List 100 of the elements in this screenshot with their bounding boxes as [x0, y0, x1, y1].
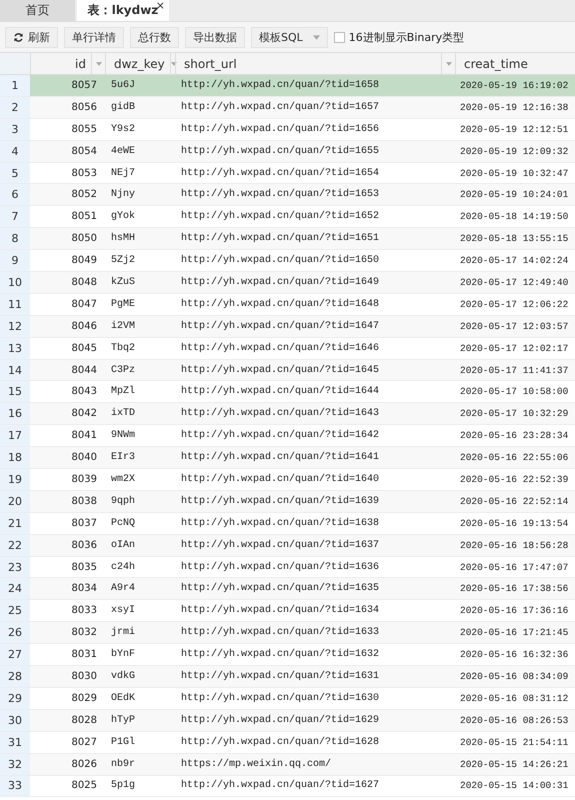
table-row[interactable]: 28 8030 vdkG http://yh.wxpad.cn/quan/?tid=1631 2020-05-16 08:34:09 — [0, 666, 575, 688]
table-row[interactable]: 17 8041 9NWm http://yh.wxpad.cn/quan/?tid=1642 2020-05-16 23:28:34 — [0, 425, 575, 448]
column-header[interactable]: dwz_key — [106, 56, 170, 70]
table-cell-text: 8045 — [70, 342, 98, 354]
table-row[interactable]: 33 8025 5p1g http://yh.wxpad.cn/quan/?tid=1627 2020-05-15 14:00:31 — [0, 776, 575, 798]
table-row[interactable]: 7 8051 gYok http://yh.wxpad.cn/quan/?tid=1652 2020-05-18 14:19:50 — [0, 206, 575, 228]
filter-dropdown[interactable] — [441, 53, 455, 74]
table-row[interactable]: 14 8044 C3Pz http://yh.wxpad.cn/quan/?tid=1645 2020-05-17 11:41:37 — [0, 360, 575, 382]
binary-hex-checkbox[interactable]: 16进制显示Binary类型 — [334, 30, 464, 44]
table-row[interactable]: 15 8043 MpZl http://yh.wxpad.cn/quan/?tid=1644 2020-05-17 10:58:00 — [0, 381, 575, 404]
table-cell-text: 5Zj2 — [110, 255, 136, 266]
table-cell-text: http://yh.wxpad.cn/quan/?tid=1657 — [180, 102, 380, 113]
table-row[interactable]: 27 8031 bYnF http://yh.wxpad.cn/quan/?tid=1632 2020-05-16 16:32:36 — [0, 644, 575, 666]
table-row[interactable]: 21 8037 PcNQ http://yh.wxpad.cn/quan/?tid=1638 2020-05-16 19:13:54 — [0, 512, 575, 535]
table-cell-text: wm2X — [110, 474, 136, 485]
row-number: 1 — [0, 75, 30, 96]
table-cell-text: 8033 — [70, 605, 98, 616]
table-row[interactable]: 11 8047 PgME http://yh.wxpad.cn/quan/?tid=1648 2020-05-17 12:06:22 — [0, 294, 575, 316]
table-row[interactable]: 10 8048 kZuS http://yh.wxpad.cn/quan/?tid=1649 2020-05-17 12:49:40 — [0, 272, 575, 294]
tab[interactable]: 首页 — [0, 0, 75, 21]
row-number: 29 — [0, 688, 30, 709]
toolbar-button[interactable]: 刷新 — [5, 26, 58, 48]
column-header[interactable]: id — [31, 56, 91, 70]
caret-icon — [170, 62, 177, 66]
table-cell-text: http://yh.wxpad.cn/quan/?tid=1637 — [180, 540, 380, 551]
row-number: 8 — [0, 228, 30, 250]
table-row[interactable]: 16 8042 ixTD http://yh.wxpad.cn/quan/?tid=1643 2020-05-17 10:32:29 — [0, 403, 575, 426]
table-cell-text: http://yh.wxpad.cn/quan/?tid=1654 — [180, 168, 380, 178]
filter-dropdown[interactable] — [91, 53, 105, 74]
row-number: 21 — [0, 512, 30, 534]
row-number: 30 — [0, 710, 30, 731]
table-row[interactable]: 8 8050 hsMH http://yh.wxpad.cn/quan/?tid=1651 2020-05-18 13:55:15 — [0, 228, 575, 250]
table-row[interactable]: 2 8056 gidB http://yh.wxpad.cn/quan/?tid=1657 2020-05-19 12:16:38 — [0, 96, 575, 119]
table-row[interactable]: 24 8034 A9r4 http://yh.wxpad.cn/quan/?tid=1635 2020-05-16 17:38:56 — [0, 578, 575, 600]
row-number: 32 — [0, 754, 30, 774]
table-row[interactable]: 6 8052 Njny http://yh.wxpad.cn/quan/?tid=1653 2020-05-19 10:24:01 — [0, 184, 575, 206]
table-cell-text: 2020-05-16 22:52:39 — [459, 474, 570, 485]
table-cell-text: 8032 — [70, 627, 98, 638]
table-row[interactable]: 3 8055 Y9s2 http://yh.wxpad.cn/quan/?tid=1656 2020-05-19 12:12:51 — [0, 118, 575, 141]
toolbar-button[interactable]: 单行详情 — [64, 26, 124, 48]
table-cell-text: 2020-05-16 16:32:36 — [459, 649, 570, 660]
table-row[interactable]: 23 8035 c24h http://yh.wxpad.cn/quan/?tid=1636 2020-05-16 17:47:07 — [0, 556, 575, 578]
table-cell-text: http://yh.wxpad.cn/quan/?tid=1650 — [180, 255, 380, 266]
checkbox[interactable] — [334, 32, 345, 42]
column-header[interactable]: short_url — [176, 56, 441, 70]
table-cell-text: 8057 — [70, 80, 98, 91]
table-cell-text: http://yh.wxpad.cn/quan/?tid=1658 — [180, 80, 380, 91]
table-cell-text: MpZl — [110, 386, 136, 398]
row-number: 3 — [0, 118, 30, 140]
table-cell-text: 8029 — [70, 692, 98, 704]
table-row[interactable]: 22 8036 oIAn http://yh.wxpad.cn/quan/?tid=1637 2020-05-16 18:56:28 — [0, 534, 575, 557]
table-cell-text: 2020-05-17 14:02:24 — [459, 255, 570, 266]
table-cell-text: 2020-05-18 13:55:15 — [459, 233, 570, 244]
row-number: 5 — [0, 162, 30, 184]
table-cell-text: 2020-05-19 16:19:02 — [459, 80, 570, 91]
tab[interactable]: 表：lkydwz× — [77, 0, 169, 21]
table-cell-text: 2020-05-16 08:31:12 — [459, 692, 570, 704]
table-cell-text: http://yh.wxpad.cn/quan/?tid=1649 — [180, 276, 380, 288]
table-cell-text: 2020-05-19 12:09:32 — [459, 146, 570, 157]
table-cell-text: http://yh.wxpad.cn/quan/?tid=1627 — [180, 780, 380, 792]
table-row[interactable]: 20 8038 9qph http://yh.wxpad.cn/quan/?tid=1639 2020-05-16 22:52:14 — [0, 490, 575, 513]
table-cell-text: http://yh.wxpad.cn/quan/?tid=1653 — [180, 189, 380, 200]
table-cell-text: http://yh.wxpad.cn/quan/?tid=1652 — [180, 211, 380, 222]
table-cell-text: ixTD — [110, 408, 136, 420]
table-row[interactable]: 9 8049 5Zj2 http://yh.wxpad.cn/quan/?tid=1650 2020-05-17 14:02:24 — [0, 250, 575, 272]
table-row[interactable]: 29 8029 OEdK http://yh.wxpad.cn/quan/?tid=1630 2020-05-16 08:31:12 — [0, 688, 575, 710]
table-row[interactable]: 31 8027 P1Gl http://yh.wxpad.cn/quan/?tid=1628 2020-05-15 21:54:11 — [0, 732, 575, 754]
table-row[interactable]: 25 8033 xsyI http://yh.wxpad.cn/quan/?tid=1634 2020-05-16 17:36:16 — [0, 600, 575, 622]
table-cell-text: jrmi — [110, 627, 136, 638]
table-row[interactable]: 30 8028 hTyP http://yh.wxpad.cn/quan/?tid=1629 2020-05-16 08:26:53 — [0, 710, 575, 732]
table-row[interactable]: 32 8026 nb9r https://mp.weixin.qq.com/ 2020-05-15 14:26:21 — [0, 754, 575, 776]
table-row[interactable]: 4 8054 4eWE http://yh.wxpad.cn/quan/?tid=1655 2020-05-19 12:09:32 — [0, 140, 575, 163]
table-row[interactable]: 13 8045 Tbq2 http://yh.wxpad.cn/quan/?tid=1646 2020-05-17 12:02:17 — [0, 338, 575, 360]
table-cell-text: http://yh.wxpad.cn/quan/?tid=1630 — [180, 692, 380, 704]
table-cell-text: http://yh.wxpad.cn/quan/?tid=1636 — [180, 562, 380, 573]
toolbar-button[interactable]: 总行数 — [130, 26, 179, 48]
table-cell-text: hTyP — [110, 714, 136, 726]
table-cell-text: 8056 — [70, 102, 98, 113]
table-cell-text: EIr3 — [110, 452, 136, 464]
toolbar-button[interactable]: 导出数据 — [185, 26, 245, 48]
table-row[interactable]: 12 8046 i2VM http://yh.wxpad.cn/quan/?tid=1647 2020-05-17 12:03:57 — [0, 316, 575, 338]
table-cell-text: 8031 — [70, 649, 98, 660]
table-cell-text: NEj7 — [110, 168, 136, 178]
table-cell-text: http://yh.wxpad.cn/quan/?tid=1647 — [180, 320, 380, 332]
table-row[interactable]: 19 8039 wm2X http://yh.wxpad.cn/quan/?tid=1640 2020-05-16 22:52:39 — [0, 469, 575, 491]
table-row[interactable]: 1 8057 5u6J http://yh.wxpad.cn/quan/?tid=1658 2020-05-19 16:19:02 — [0, 75, 575, 97]
toolbar-button[interactable]: 模板SQL — [251, 26, 328, 48]
table-cell-text: OEdK — [110, 692, 136, 704]
table-cell-text: 2020-05-16 17:21:45 — [459, 627, 570, 638]
table-cell-text: 8055 — [70, 124, 98, 135]
refresh-icon — [13, 32, 24, 42]
table-cell-text: i2VM — [110, 320, 136, 332]
column-header[interactable]: creat_time — [456, 56, 575, 70]
table-row[interactable]: 26 8032 jrmi http://yh.wxpad.cn/quan/?tid=1633 2020-05-16 17:21:45 — [0, 622, 575, 644]
table-row[interactable]: 5 8053 NEj7 http://yh.wxpad.cn/quan/?tid=1654 2020-05-19 10:32:47 — [0, 162, 575, 184]
row-number: 2 — [0, 96, 30, 118]
table-row[interactable]: 18 8040 EIr3 http://yh.wxpad.cn/quan/?tid=1641 2020-05-16 22:55:06 — [0, 447, 575, 470]
filter-dropdown[interactable] — [170, 53, 177, 74]
table-cell-text: 9NWm — [110, 430, 136, 442]
table-cell-text: 8035 — [70, 562, 98, 573]
